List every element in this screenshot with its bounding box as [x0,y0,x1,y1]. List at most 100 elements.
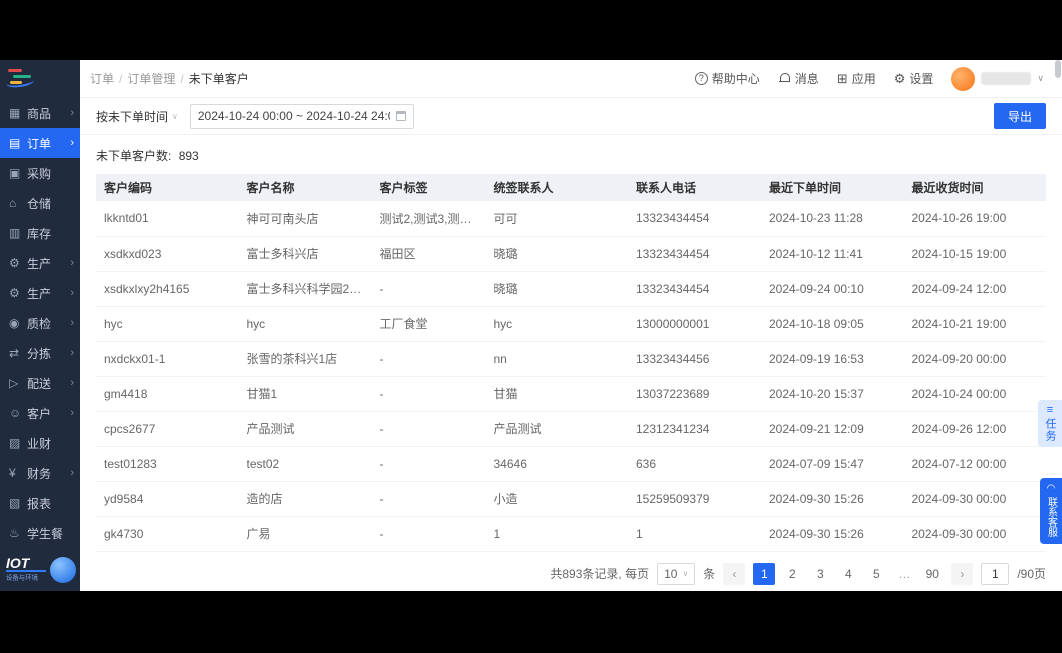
table-cell: 2024-09-24 12:00 [903,271,1046,307]
help-center-button[interactable]: ? 帮助中心 [694,70,760,87]
sidebar-item-label: 客户 [27,406,52,421]
breadcrumb-separator: / [180,71,184,86]
table-row[interactable]: hyc hyc 工厂食堂 hyc 13000000001 2024-10-18 09:05… [96,306,1046,342]
user-name-redacted [981,72,1032,85]
table-row[interactable]: gk4730 广易 -1 1 2024-09-30 15:26 2024-09-30 00… [96,516,1046,552]
reports-icon: ▧ [9,496,21,510]
table-cell: gm4418 [96,376,239,412]
sidebar-item-orders[interactable]: ▤ 订单 › [0,128,80,158]
table-cell: test02 [238,446,372,482]
table-cell: yd9584 [96,481,239,517]
sidebar-menu: ▦ 商品 › ▤ 订单 › ▣ 采购 ⌂ 仓储 ▥ 库存 ⚙ 生产 › ⚙ 生产 › ◉ 质检 › ⇄ 分拣 › ▷ 配送 › ☺ 客户… [0,98,80,548]
sidebar-item-business-finance[interactable]: ▨ 业财 [0,428,80,458]
column-header: 最近下单时间 [761,174,904,201]
sidebar-item-label: 学生餐 [27,526,64,541]
chevron-down-icon: ∨ [682,569,689,578]
chevron-right-icon: › [70,377,74,389]
apps-button[interactable]: ⊞ 应用 [837,70,876,87]
sidebar-item-inventory[interactable]: ▥ 库存 [0,218,80,248]
page-jump-input[interactable] [981,562,1010,585]
sidebar-item-sorting[interactable]: ⇄ 分拣 › [0,338,80,368]
sidebar-item-finance[interactable]: ¥ 财务 › [0,458,80,488]
table-cell: - [371,516,486,552]
table-cell: 34646 [485,446,628,482]
chevron-down-icon: ∨ [1037,73,1044,83]
next-page-button[interactable]: › [951,562,974,585]
sidebar-item-warehouse[interactable]: ⌂ 仓储 [0,188,80,218]
table-cell: 2024-09-24 00:10 [761,271,904,307]
table-row[interactable]: yd9584 造的店 - 小造 15259509379 2024-09-30 15:26 2… [96,481,1046,517]
page-button[interactable]: 5 [865,563,887,585]
sidebar-item-student-meal[interactable]: ♨ 学生餐 [0,518,80,548]
table-row[interactable]: xsdkxd023 富士多科兴店 福田区 晓璐 13323434454 2024-10-1… [96,236,1046,272]
apps-icon: ⊞ [836,70,848,86]
sidebar-item-label: 仓储 [27,196,52,211]
export-button[interactable]: 导出 [993,103,1046,129]
table-cell: 13323434454 [628,271,761,307]
page-button[interactable]: 2 [781,563,803,585]
table-cell: 2024-10-24 00:00 [903,376,1046,412]
breadcrumb-item[interactable]: 订单管理 [127,70,175,87]
sidebar-item-delivery[interactable]: ▷ 配送 › [0,368,80,398]
prev-page-button[interactable]: ‹ [723,562,746,585]
date-range-input[interactable] [197,109,390,123]
table-cell: 工厂食堂 [371,306,486,342]
chevron-right-icon: › [70,347,74,359]
table-cell: hyc [485,306,628,342]
table-row[interactable]: gm4418 甘猫1- 甘猫 13037223689 2024-10-20 15:37 2… [96,376,1046,412]
sidebar-item-production-2[interactable]: ⚙ 生产 › [0,278,80,308]
gear-icon: ⚙ [893,70,906,86]
table-cell: 2024-07-12 00:00 [903,446,1046,482]
filter-type-select[interactable]: 按未下单时间 ∨ [96,108,178,125]
sidebar-item-reports[interactable]: ▧ 报表 [0,488,80,518]
page-ellipsis: … [898,566,911,581]
messages-button[interactable]: 消息 [778,70,819,87]
sidebar-item-goods[interactable]: ▦ 商品 › [0,98,80,128]
table-cell: - [371,341,486,377]
table-row[interactable]: xsdkxlxy2h4165 富士多科兴科学园2号1... - 晓璐 133234344… [96,271,1046,307]
table-cell: - [371,411,486,447]
sidebar-item-quality[interactable]: ◉ 质检 › [0,308,80,338]
page-button[interactable]: 3 [809,563,831,585]
table-cell: test01283 [96,446,239,482]
settings-button[interactable]: ⚙ 设置 [894,70,934,87]
table-row[interactable]: cpcs2677 产品测试 - 产品测试 12312341234 2024-09-21 1… [96,411,1046,447]
table-cell: nn [485,341,628,377]
table-cell: - [371,376,486,412]
table-cell: 13323434454 [628,236,761,272]
date-range-picker[interactable] [189,103,414,129]
scrollbar[interactable] [1055,60,1061,591]
chevron-right-icon: › [70,407,74,419]
sidebar-item-label: 采购 [27,166,52,181]
table-row[interactable]: lkkntd01 神可可南头店 测试2,测试3,测试4... 可可 1332343445… [96,201,1046,237]
page-button[interactable]: 90 [921,563,943,585]
page-button[interactable]: 4 [837,563,859,585]
table-cell: 2024-09-26 12:00 [903,411,1046,447]
table-cell: 晓璐 [485,236,628,272]
breadcrumb-item[interactable]: 订单 [90,70,114,87]
logo-swoosh [5,75,35,89]
summary-line: 未下单客户数: 893 [96,147,1046,164]
sidebar-item-label: 订单 [27,136,52,151]
page-size-select[interactable]: 10 ∨ [657,562,696,585]
table-row[interactable]: nxdckx01-1 张雪的茶科兴1店 - nn 13323434456 2024-09-… [96,341,1046,377]
question-icon: ? [694,72,708,85]
table-cell: 神可可南头店 [238,201,372,237]
table-cell: - [371,446,486,482]
customer-count: 893 [178,149,199,163]
table-cell: 2024-09-19 16:53 [761,341,904,377]
page-button[interactable]: 1 [753,562,776,585]
inventory-icon: ▥ [9,226,21,240]
sidebar-item-customer[interactable]: ☺ 客户 › [0,398,80,428]
table-cell: 2024-09-30 15:26 [761,481,904,517]
finance-icon: ¥ [9,466,16,480]
avatar[interactable] [951,66,976,91]
table-row[interactable]: test01283 test02-34646 636 2024-07-09 15:47… [96,446,1046,482]
table-cell: 2024-10-21 19:00 [903,306,1046,342]
scrollbar-thumb[interactable] [1055,60,1061,78]
user-menu[interactable]: ∨ [951,66,1044,91]
sidebar-item-purchase[interactable]: ▣ 采购 [0,158,80,188]
table-cell: hyc [96,306,239,342]
sidebar-item-production[interactable]: ⚙ 生产 › [0,248,80,278]
table-cell: 产品测试 [238,411,372,447]
